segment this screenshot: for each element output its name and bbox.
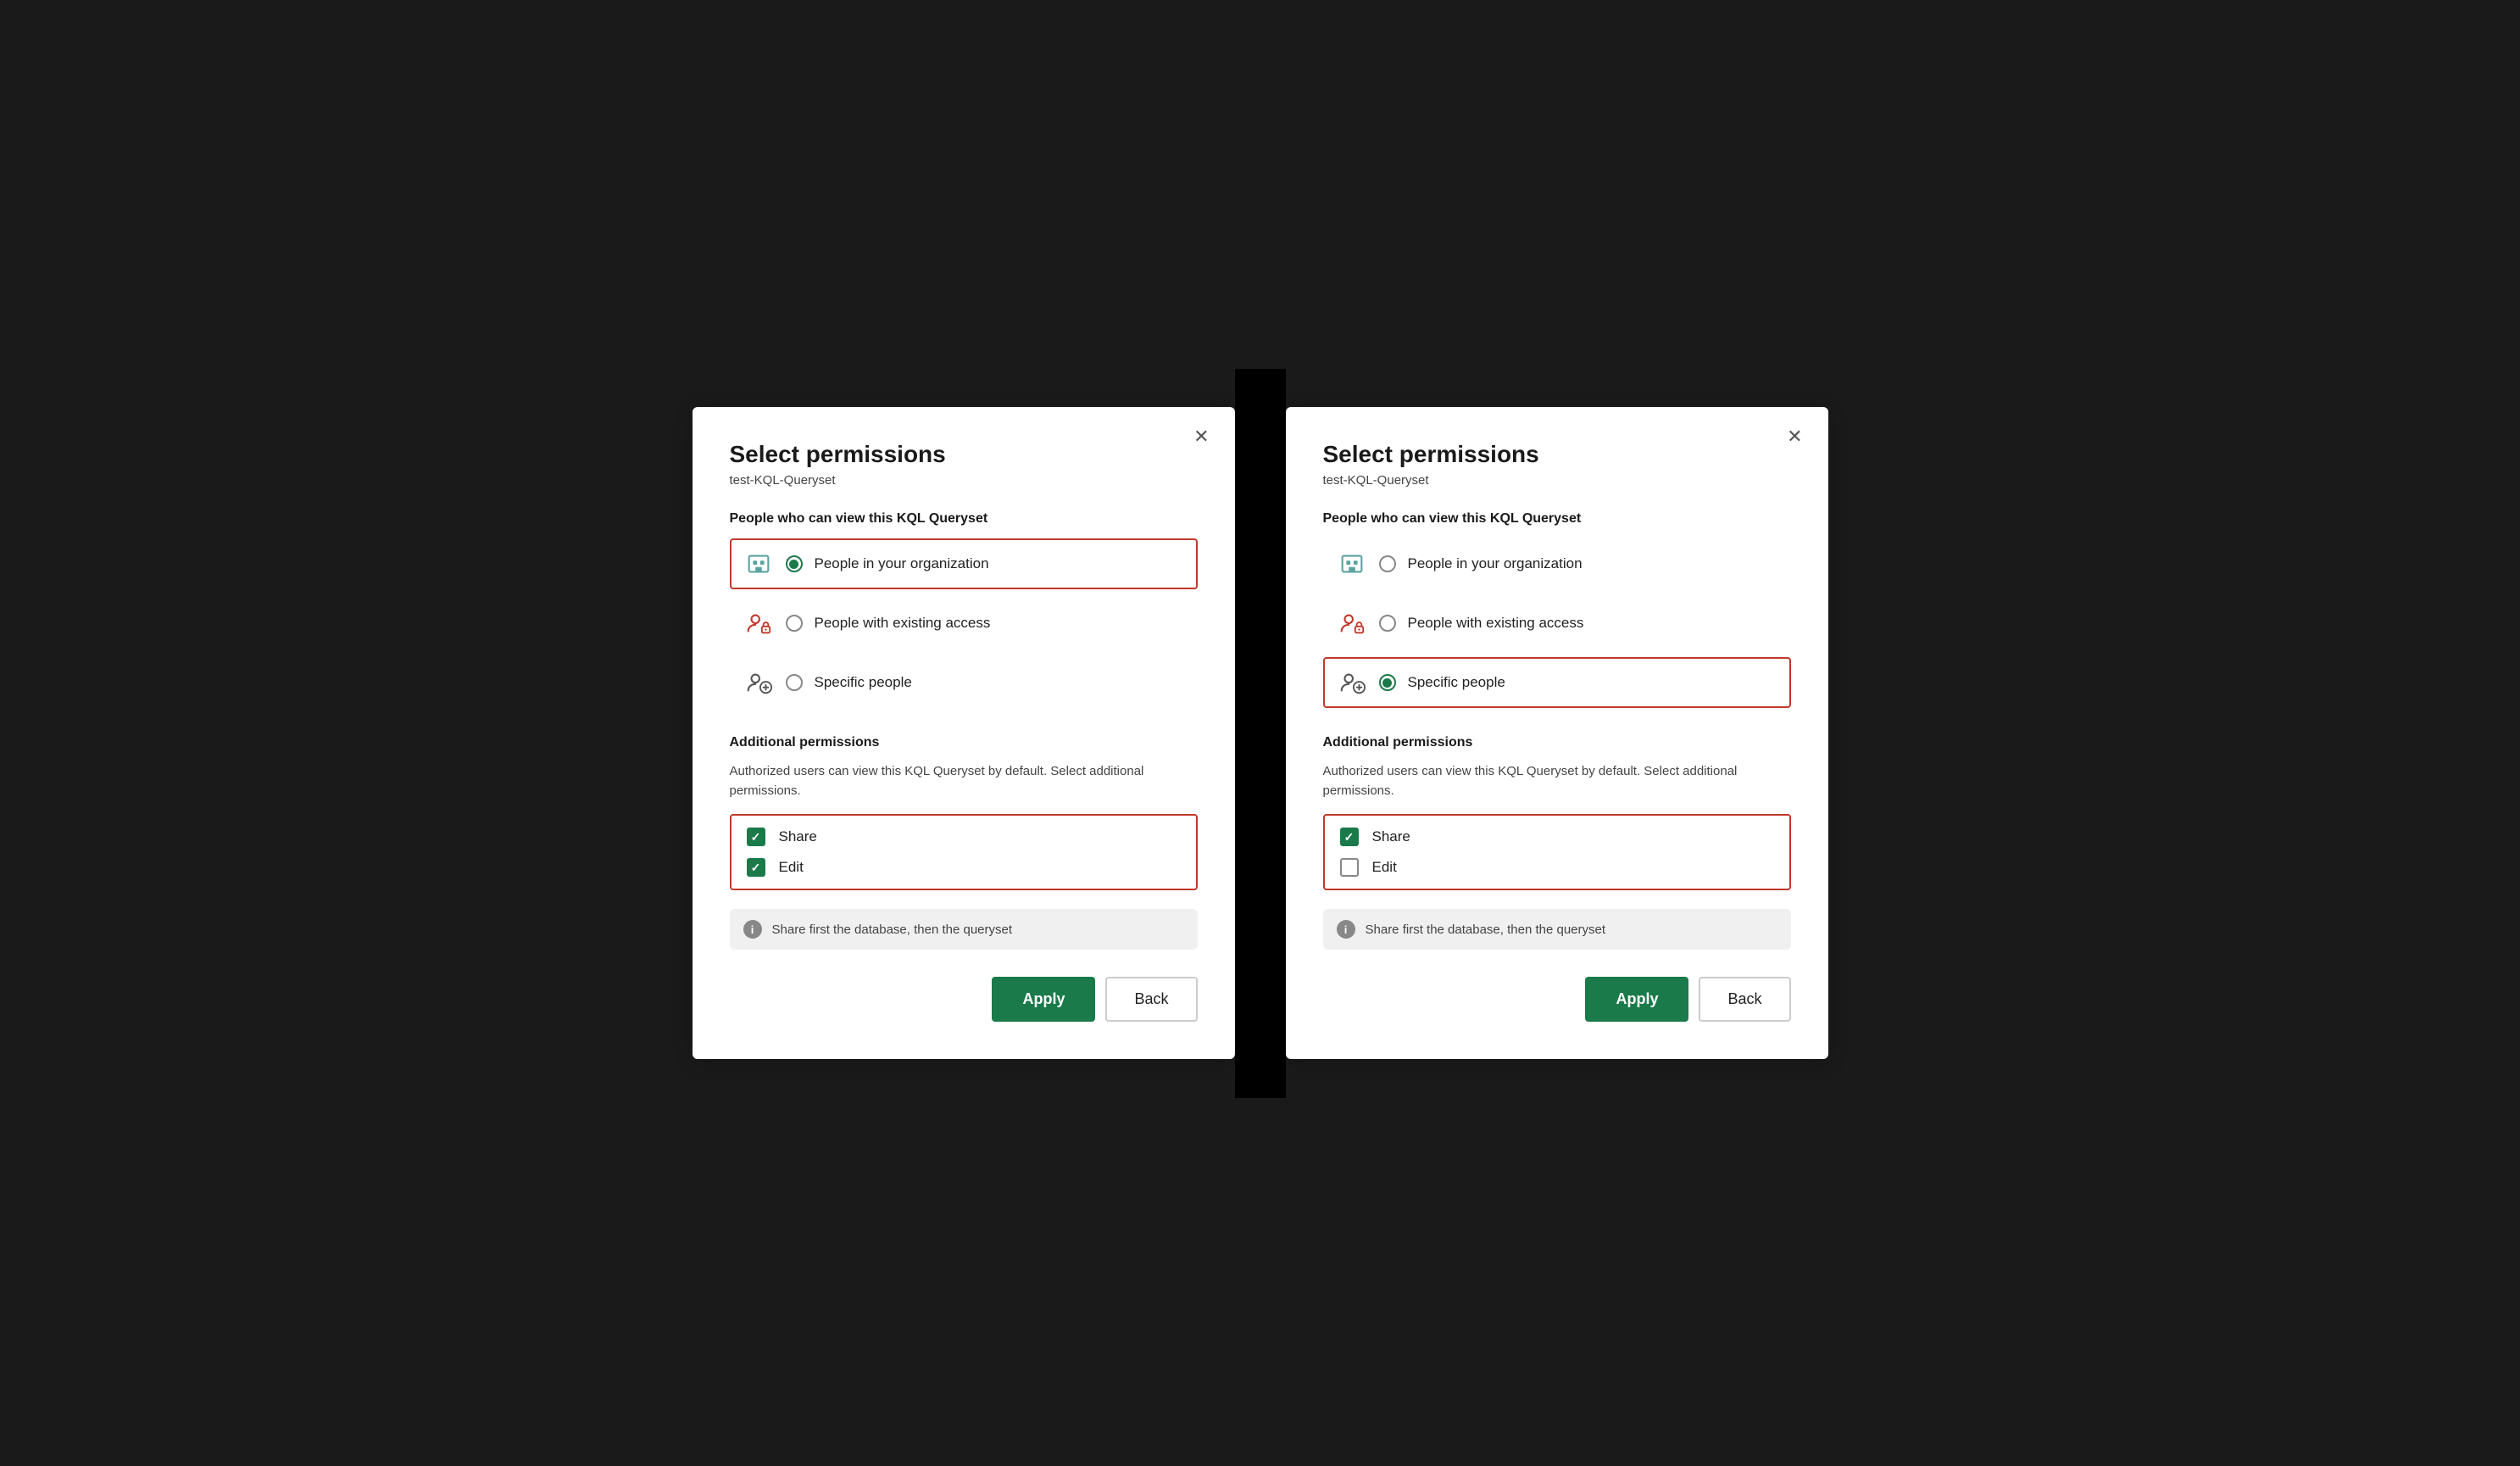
right-checkbox-share[interactable] <box>1340 828 1359 846</box>
left-option-existing[interactable]: People with existing access <box>730 598 1198 649</box>
left-dialog-subtitle: test-KQL-Queryset <box>730 473 1198 488</box>
right-info-text: Share first the database, then the query… <box>1366 923 1606 937</box>
right-additional-section: Additional permissions Authorized users … <box>1323 735 1791 890</box>
left-option-specific[interactable]: Specific people <box>730 657 1198 708</box>
right-checkbox-share-row[interactable]: Share <box>1340 828 1774 846</box>
left-dialog: Select permissions test-KQL-Queryset ✕ P… <box>693 407 1235 1059</box>
people-add-icon <box>743 667 774 698</box>
right-additional-desc: Authorized users can view this KQL Query… <box>1323 762 1791 800</box>
left-footer: Apply Back <box>730 977 1198 1022</box>
left-checkbox-share[interactable] <box>747 828 765 846</box>
right-checkbox-edit[interactable] <box>1340 858 1359 877</box>
left-radio-existing[interactable] <box>786 615 803 632</box>
left-radio-specific[interactable] <box>786 674 803 691</box>
left-view-section-label: People who can view this KQL Queryset <box>730 511 1198 527</box>
right-close-button[interactable]: ✕ <box>1780 424 1809 449</box>
left-checkboxes-box: Share Edit <box>730 814 1198 890</box>
left-option-specific-label: Specific people <box>815 674 912 691</box>
right-footer: Apply Back <box>1323 977 1791 1022</box>
left-info-text: Share first the database, then the query… <box>772 923 1013 937</box>
left-back-button[interactable]: Back <box>1105 977 1197 1022</box>
left-additional-section: Additional permissions Authorized users … <box>730 735 1198 890</box>
right-checkbox-share-label: Share <box>1372 828 1410 845</box>
right-back-button[interactable]: Back <box>1699 977 1790 1022</box>
panel-divider <box>1235 369 1286 1098</box>
right-option-org[interactable]: People in your organization <box>1323 538 1791 589</box>
left-dialog-title: Select permissions <box>730 441 1198 468</box>
right-radio-specific[interactable] <box>1379 674 1396 691</box>
right-radio-options: People in your organization People with … <box>1323 538 1791 708</box>
left-checkbox-edit-row[interactable]: Edit <box>747 858 1181 877</box>
right-additional-label: Additional permissions <box>1323 735 1791 750</box>
right-info-bar: i Share first the database, then the que… <box>1323 909 1791 950</box>
left-info-icon: i <box>743 920 762 939</box>
right-option-existing-label: People with existing access <box>1408 615 1584 632</box>
right-radio-existing[interactable] <box>1379 615 1396 632</box>
right-view-section-label: People who can view this KQL Queryset <box>1323 511 1791 527</box>
left-checkbox-edit[interactable] <box>747 858 765 877</box>
right-building-icon <box>1337 549 1367 579</box>
building-icon <box>743 549 774 579</box>
right-option-org-label: People in your organization <box>1408 555 1583 572</box>
left-apply-button[interactable]: Apply <box>992 977 1095 1022</box>
left-additional-label: Additional permissions <box>730 735 1198 750</box>
right-dialog-title: Select permissions <box>1323 441 1791 468</box>
left-close-button[interactable]: ✕ <box>1187 424 1215 449</box>
right-dialog: Select permissions test-KQL-Queryset ✕ P… <box>1286 407 1828 1059</box>
right-dialog-subtitle: test-KQL-Queryset <box>1323 473 1791 488</box>
right-checkbox-edit-row[interactable]: Edit <box>1340 858 1774 877</box>
left-checkbox-edit-label: Edit <box>779 859 804 876</box>
right-option-existing[interactable]: People with existing access <box>1323 598 1791 649</box>
left-option-org-label: People in your organization <box>815 555 989 572</box>
left-additional-desc: Authorized users can view this KQL Query… <box>730 762 1198 800</box>
right-checkbox-edit-label: Edit <box>1372 859 1397 876</box>
left-info-bar: i Share first the database, then the que… <box>730 909 1198 950</box>
panels-wrapper: Select permissions test-KQL-Queryset ✕ P… <box>693 369 1828 1098</box>
right-people-lock-icon <box>1337 608 1367 638</box>
right-option-specific-label: Specific people <box>1408 674 1505 691</box>
left-radio-options: People in your organization People with … <box>730 538 1198 708</box>
people-lock-icon <box>743 608 774 638</box>
left-checkbox-share-label: Share <box>779 828 817 845</box>
left-option-existing-label: People with existing access <box>815 615 991 632</box>
right-info-icon: i <box>1337 920 1355 939</box>
right-people-add-icon <box>1337 667 1367 698</box>
left-checkbox-share-row[interactable]: Share <box>747 828 1181 846</box>
right-checkboxes-box: Share Edit <box>1323 814 1791 890</box>
left-option-org[interactable]: People in your organization <box>730 538 1198 589</box>
right-radio-org[interactable] <box>1379 555 1396 572</box>
right-apply-button[interactable]: Apply <box>1585 977 1688 1022</box>
right-option-specific[interactable]: Specific people <box>1323 657 1791 708</box>
left-radio-org[interactable] <box>786 555 803 572</box>
